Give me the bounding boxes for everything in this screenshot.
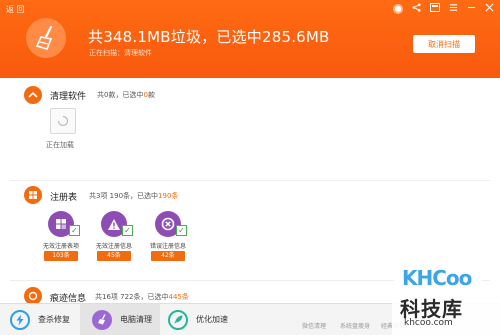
scan-status-target: 清理软件 [124, 49, 152, 57]
registry-item-label: 错误注册信息 [149, 243, 186, 250]
loading-spinner-icon [57, 115, 69, 127]
registry-section-title: 注册表 [50, 193, 78, 203]
software-section-stat: 共0款，已选中0款 [97, 90, 155, 100]
broom-icon [92, 309, 112, 330]
watermark-url: khcoo.com [404, 318, 453, 328]
close-icon[interactable] [485, 3, 494, 15]
software-stat-suffix: 款 [147, 91, 155, 99]
checkbox-checked-icon[interactable]: ✓ [69, 225, 80, 236]
shield-lightning-icon [10, 309, 30, 330]
software-section-icon [24, 86, 42, 104]
registry-item-label: 无效注册表项 [42, 243, 79, 250]
traces-stat-highlight: 445条 [168, 293, 189, 301]
window-controls [393, 3, 494, 15]
loading-software-tile [50, 108, 76, 134]
minimize-icon[interactable] [467, 3, 476, 15]
scan-status: 正在扫描：清理软件 [89, 48, 152, 58]
footer-link-system-slim[interactable]: 系统盘瘦身 [340, 321, 370, 330]
nav-optimize[interactable]: 优化加速 [168, 304, 248, 335]
skin-icon[interactable] [430, 3, 440, 15]
registry-item-invalid-keys[interactable]: ✓ 无效注册表项 103条 [31, 211, 91, 266]
broom-icon [26, 18, 66, 58]
software-section-title: 清理软件 [50, 92, 87, 102]
registry-item-count-badge: 42条 [151, 251, 185, 261]
registry-item-invalid-info[interactable]: ✓ 无效注册信息 45条 [84, 211, 144, 266]
nav-label: 查杀修复 [38, 315, 70, 324]
registry-item-count-badge: 103条 [44, 251, 78, 261]
registry-item-count-badge: 45条 [97, 251, 131, 261]
registry-stat-prefix: 共3项 190条，已选中 [89, 192, 159, 200]
menu-icon[interactable] [449, 3, 458, 15]
traces-section-stat: 共16项 722条，已选中445条 [95, 292, 189, 302]
registry-stat-highlight: 190条 [158, 192, 179, 200]
checkbox-checked-icon[interactable]: ✓ [176, 225, 187, 236]
nav-label: 优化加速 [196, 315, 228, 324]
registry-section-icon [24, 186, 42, 204]
traces-stat-prefix: 共16项 722条，已选中 [95, 293, 169, 301]
back-link[interactable]: 返 回 [6, 4, 25, 15]
loading-label: 正在加载 [46, 141, 74, 149]
watermark-logo: KHCoo [402, 266, 472, 290]
nav-scan-repair[interactable]: 查杀修复 [10, 304, 80, 335]
nav-label: 电脑清理 [120, 315, 152, 324]
registry-item-label: 无效注册信息 [95, 243, 132, 250]
section-divider [10, 180, 490, 181]
cancel-scan-button[interactable]: 取消扫描 [413, 35, 475, 53]
scan-header: 返 回 共348.1MB垃圾，已选中285.6MB 正在扫描：清理软件 取消扫描 [0, 0, 500, 78]
share-icon[interactable] [412, 3, 421, 15]
avatar[interactable] [393, 4, 403, 14]
software-stat-prefix: 共0款，已选中 [97, 91, 144, 99]
checkbox-checked-icon[interactable]: ✓ [122, 225, 133, 236]
scan-summary-title: 共348.1MB垃圾，已选中285.6MB [88, 28, 330, 46]
nav-pc-clean[interactable]: 电脑清理 [80, 304, 160, 335]
registry-section-stat: 共3项 190条，已选中190条 [89, 191, 178, 201]
rocket-icon [168, 309, 188, 330]
footer-link-wechat-clean[interactable]: 微信清理 [302, 321, 326, 330]
watermark: KHCoo 科技库 khcoo.com [392, 262, 500, 335]
registry-item-error-info[interactable]: ✓ 错误注册信息 42条 [138, 211, 198, 266]
scan-status-prefix: 正在扫描： [89, 49, 124, 57]
